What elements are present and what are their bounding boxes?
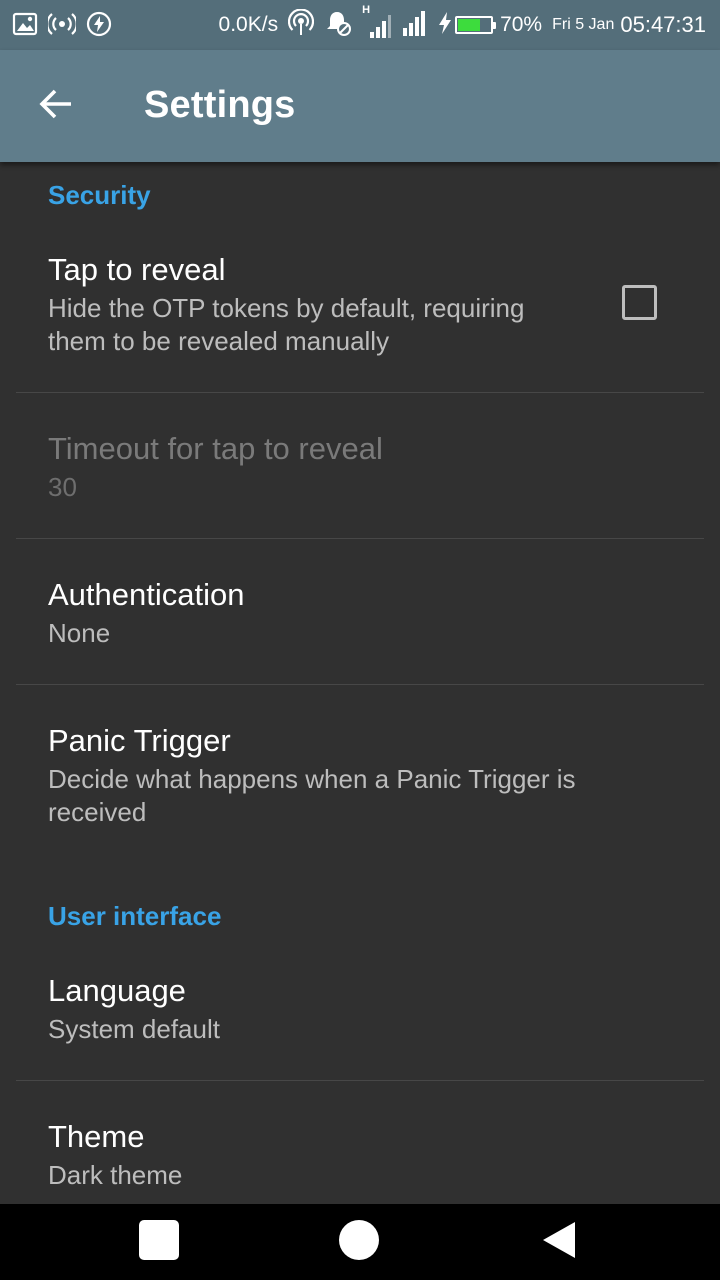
pref-timeout-tap-to-reveal[interactable]: Timeout for tap to reveal 30 [0, 393, 720, 538]
pref-title: Authentication [48, 577, 245, 612]
pref-summary: 30 [48, 472, 77, 502]
pref-tap-to-reveal[interactable]: Tap to reveal Hide the OTP tokens by def… [0, 218, 720, 392]
triangle-back-icon [541, 1220, 577, 1265]
navigation-bar [0, 1204, 720, 1280]
flash-circle-icon [86, 11, 112, 42]
settings-list[interactable]: Security Tap to reveal Hide the OTP toke… [0, 162, 720, 1204]
pref-theme[interactable]: Theme Dark theme [0, 1081, 720, 1204]
category-security: Security [48, 180, 151, 210]
network-type-label: H [362, 4, 371, 16]
battery-percent: 70% [500, 13, 543, 36]
pref-summary: System default [48, 1014, 220, 1044]
battery-icon [455, 16, 497, 34]
pref-summary: None [48, 618, 111, 648]
hotspot-icon [288, 7, 315, 42]
battery-group: 70% [438, 11, 542, 40]
status-time: 05:47:31 [620, 12, 706, 37]
pref-summary: Hide the OTP tokens by default, requirin… [48, 293, 525, 356]
home-button[interactable] [299, 1204, 419, 1280]
square-recents-icon [138, 1219, 180, 1266]
status-bar-right: 0.0K/s H 70% Fri 5 Jan 05:47:31 [219, 0, 706, 50]
charging-icon [438, 11, 452, 40]
mobile-signal-h-icon: H [362, 4, 392, 40]
app-bar: Settings [0, 50, 720, 162]
status-bar-left [12, 11, 112, 42]
page-title: Settings [144, 84, 296, 126]
pref-title: Theme [48, 1119, 145, 1154]
pref-title: Panic Trigger [48, 723, 231, 758]
pref-title: Tap to reveal [48, 252, 226, 287]
status-bar: 0.0K/s H 70% Fri 5 Jan 05:47:31 [0, 0, 720, 50]
category-user-interface: User interface [48, 901, 222, 931]
pref-summary: Decide what happens when a Panic Trigger… [48, 764, 576, 827]
battery-level [458, 19, 481, 31]
pref-title: Timeout for tap to reveal [48, 431, 383, 466]
nav-back-button[interactable] [499, 1204, 619, 1280]
pref-language[interactable]: Language System default [0, 935, 720, 1080]
arrow-back-icon [38, 86, 74, 127]
pref-authentication[interactable]: Authentication None [0, 539, 720, 684]
broadcast-icon [46, 11, 78, 42]
pref-title: Language [48, 973, 186, 1008]
network-speed: 0.0K/s [218, 13, 279, 36]
mobile-signal-icon [402, 8, 428, 43]
back-button[interactable] [30, 80, 82, 132]
status-date: Fri 5 Jan [552, 16, 615, 33]
circle-home-icon [338, 1219, 380, 1266]
image-notification-icon [12, 11, 38, 42]
pref-summary: Dark theme [48, 1160, 183, 1190]
alarm-muted-icon [324, 9, 352, 42]
tap-to-reveal-checkbox[interactable] [622, 285, 657, 320]
pref-panic-trigger[interactable]: Panic Trigger Decide what happens when a… [0, 685, 720, 863]
recents-button[interactable] [99, 1204, 219, 1280]
